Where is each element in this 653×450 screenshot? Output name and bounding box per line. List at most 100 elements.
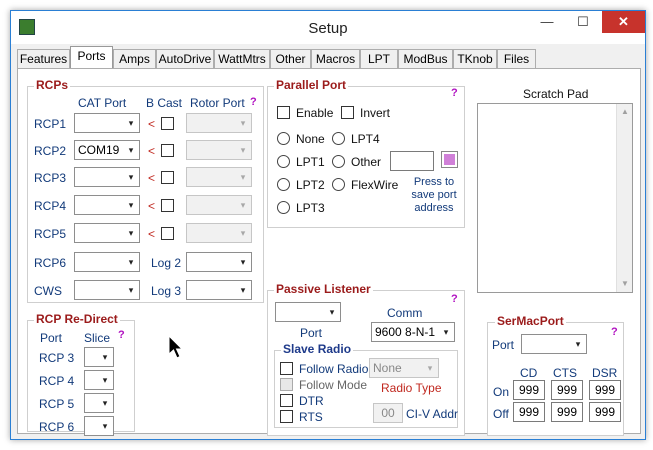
tab-features[interactable]: Features bbox=[17, 49, 70, 69]
rotor-port-combo[interactable]: ▾ bbox=[186, 167, 252, 187]
other-address-input[interactable] bbox=[390, 151, 434, 171]
tab-lpt[interactable]: LPT bbox=[360, 49, 398, 69]
lpt4-radio[interactable] bbox=[332, 132, 345, 145]
cat-port-combo[interactable]: ▾ bbox=[74, 195, 140, 215]
dsr-off-input[interactable]: 999 bbox=[589, 402, 621, 422]
arrow-label: < bbox=[148, 144, 156, 158]
bcast-checkbox[interactable] bbox=[161, 227, 174, 240]
lpt3-radio[interactable] bbox=[277, 201, 290, 214]
rts-label: RTS bbox=[299, 410, 323, 424]
bcast-checkbox[interactable] bbox=[161, 117, 174, 130]
arrow-label: < bbox=[148, 117, 156, 131]
cat-port-combo[interactable]: ▾ bbox=[74, 223, 140, 243]
lpt1-radio[interactable] bbox=[277, 155, 290, 168]
slice-combo[interactable]: ▾ bbox=[84, 393, 114, 413]
cd-off-input[interactable]: 999 bbox=[513, 402, 545, 422]
invert-checkbox[interactable] bbox=[341, 106, 354, 119]
chevron-down-icon: ▾ bbox=[128, 257, 134, 267]
bcast-checkbox[interactable] bbox=[161, 199, 174, 212]
slice-combo[interactable]: ▾ bbox=[84, 416, 114, 436]
cts-on-input[interactable]: 999 bbox=[551, 380, 583, 400]
chevron-down-icon: ▾ bbox=[128, 228, 134, 238]
tab-tknob[interactable]: TKnob bbox=[453, 49, 497, 69]
bcast-header: B Cast bbox=[146, 96, 183, 110]
bcast-checkbox[interactable] bbox=[161, 144, 174, 157]
tab-ports[interactable]: Ports bbox=[70, 46, 113, 70]
chevron-down-icon: ▾ bbox=[427, 363, 433, 373]
cd-header: CD bbox=[520, 366, 538, 380]
rotor-port-combo[interactable]: ▾ bbox=[186, 195, 252, 215]
redirect-port-header: Port bbox=[40, 331, 63, 345]
cws-combo[interactable]: ▾ bbox=[74, 280, 140, 300]
cd-on-input[interactable]: 999 bbox=[513, 380, 545, 400]
scroll-down-icon[interactable]: ▼ bbox=[617, 276, 633, 292]
minimize-button[interactable]: — bbox=[530, 11, 564, 33]
tab-wattmtrs[interactable]: WattMtrs bbox=[214, 49, 270, 69]
invert-label: Invert bbox=[360, 106, 391, 120]
cat-port-combo[interactable]: ▾ bbox=[74, 113, 140, 133]
rcp-label: RCP2 bbox=[34, 144, 67, 158]
enable-checkbox[interactable] bbox=[277, 106, 290, 119]
dtr-label: DTR bbox=[299, 394, 324, 408]
tab-amps[interactable]: Amps bbox=[113, 49, 156, 69]
chevron-down-icon: ▾ bbox=[128, 200, 134, 210]
follow-radio-checkbox[interactable] bbox=[280, 362, 293, 375]
flexwire-label: FlexWire bbox=[351, 178, 399, 192]
chevron-down-icon: ▾ bbox=[102, 352, 108, 362]
save-address-button[interactable] bbox=[441, 151, 458, 168]
slice-combo[interactable]: ▾ bbox=[84, 370, 114, 390]
dtr-checkbox[interactable] bbox=[280, 394, 293, 407]
radio-type-combo[interactable]: None ▾ bbox=[369, 358, 439, 378]
passive-port-combo[interactable]: ▾ bbox=[275, 302, 341, 322]
chevron-down-icon: ▾ bbox=[240, 172, 246, 182]
mouse-pointer-icon bbox=[168, 335, 184, 359]
chevron-down-icon: ▾ bbox=[240, 285, 246, 295]
enable-label: Enable bbox=[296, 106, 334, 120]
none-radio[interactable] bbox=[277, 132, 290, 145]
parallel-help[interactable]: ? bbox=[451, 87, 458, 99]
rcps-help[interactable]: ? bbox=[250, 96, 257, 108]
tab-macros[interactable]: Macros bbox=[311, 49, 360, 69]
other-radio[interactable] bbox=[332, 155, 345, 168]
close-button[interactable]: ✕ bbox=[602, 11, 645, 33]
tab-files[interactable]: Files bbox=[497, 49, 536, 69]
maximize-button[interactable]: ☐ bbox=[566, 11, 600, 33]
scroll-up-icon[interactable]: ▲ bbox=[617, 104, 633, 120]
scratch-scrollbar[interactable]: ▲ ▼ bbox=[616, 104, 632, 292]
passive-help[interactable]: ? bbox=[451, 293, 458, 305]
cat-port-combo[interactable]: ▾ bbox=[74, 167, 140, 187]
dsr-on-input[interactable]: 999 bbox=[589, 380, 621, 400]
slice-combo[interactable]: ▾ bbox=[84, 347, 114, 367]
lpt2-radio[interactable] bbox=[277, 178, 290, 191]
cat-port-combo[interactable]: COM19 ▾ bbox=[74, 140, 140, 160]
tab-modbus[interactable]: ModBus bbox=[398, 49, 453, 69]
civ-address-input[interactable]: 00 bbox=[373, 403, 403, 423]
rts-checkbox[interactable] bbox=[280, 410, 293, 423]
follow-mode-checkbox[interactable] bbox=[280, 378, 293, 391]
comm-combo[interactable]: 9600 8-N-1 ▾ bbox=[371, 322, 455, 342]
log2-combo[interactable]: ▾ bbox=[186, 252, 252, 272]
bcast-checkbox[interactable] bbox=[161, 171, 174, 184]
cts-off-input[interactable]: 999 bbox=[551, 402, 583, 422]
rcp6-combo[interactable]: ▾ bbox=[74, 252, 140, 272]
setup-window: Setup — ☐ ✕ Features Ports Amps AutoDriv… bbox=[10, 10, 646, 440]
log3-combo[interactable]: ▾ bbox=[186, 280, 252, 300]
lpt4-label: LPT4 bbox=[351, 132, 380, 146]
combo-value: COM19 bbox=[78, 143, 120, 157]
rotor-port-combo[interactable]: ▾ bbox=[186, 223, 252, 243]
tab-autodrive[interactable]: AutoDrive bbox=[156, 49, 214, 69]
civ-address-label: CI-V Addr bbox=[406, 407, 459, 421]
sermac-port-combo[interactable]: ▾ bbox=[521, 334, 587, 354]
dsr-header: DSR bbox=[592, 366, 618, 380]
flexwire-radio[interactable] bbox=[332, 178, 345, 191]
sermac-help[interactable]: ? bbox=[611, 326, 618, 338]
tab-other[interactable]: Other bbox=[270, 49, 311, 69]
rotor-port-header: Rotor Port bbox=[190, 96, 245, 110]
chevron-down-icon: ▾ bbox=[240, 228, 246, 238]
redirect-help[interactable]: ? bbox=[118, 329, 125, 341]
rotor-port-combo[interactable]: ▾ bbox=[186, 113, 252, 133]
chevron-down-icon: ▾ bbox=[329, 307, 335, 317]
scratch-pad-textarea[interactable]: ▲ ▼ bbox=[477, 103, 633, 293]
redirect-slice-header: Slice bbox=[84, 331, 111, 345]
rotor-port-combo[interactable]: ▾ bbox=[186, 140, 252, 160]
